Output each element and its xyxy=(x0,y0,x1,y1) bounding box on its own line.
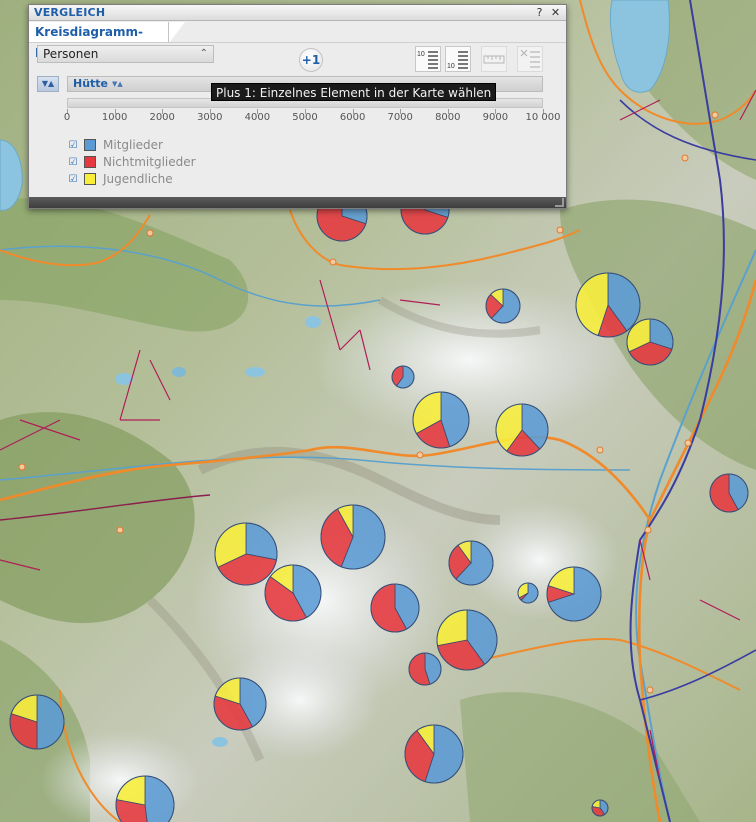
hut-pie-chart[interactable] xyxy=(546,566,602,622)
sort-top10-icon[interactable]: 10 xyxy=(415,46,441,72)
hut-pie-chart[interactable] xyxy=(391,365,415,389)
sort-toggle-button[interactable]: ▼▲ xyxy=(37,76,59,92)
hut-pie-chart[interactable] xyxy=(485,288,521,324)
hut-pie-chart[interactable] xyxy=(591,799,609,817)
legend-swatch-members xyxy=(84,139,96,151)
hut-sort-label: Hütte xyxy=(73,77,109,90)
category-dropdown-value: Personen xyxy=(43,47,99,61)
hut-pie-chart[interactable] xyxy=(320,504,386,570)
category-dropdown[interactable]: Personen ⌃ xyxy=(37,45,214,63)
sort-bottom10-icon[interactable]: 10 xyxy=(445,46,471,72)
scale-tick-label: 3000 xyxy=(197,112,223,123)
tooltip: Plus 1: Einzelnes Element in der Karte w… xyxy=(211,83,497,101)
scale-tick-label: 4000 xyxy=(244,112,271,123)
resize-grip-icon[interactable] xyxy=(555,198,564,207)
hut-pie-chart[interactable] xyxy=(408,652,442,686)
scale-tick-label: 2000 xyxy=(149,112,175,123)
scale-tick-label: 0 xyxy=(63,112,71,123)
legend-label-members: Mitglieder xyxy=(103,138,163,152)
hut-pie-chart[interactable] xyxy=(214,522,278,586)
hut-pie-chart[interactable] xyxy=(404,724,464,784)
checkbox-checked-icon[interactable]: ☑ xyxy=(67,157,79,168)
dialog-footer xyxy=(29,197,566,208)
dialog-title: VERGLEICH xyxy=(29,5,566,21)
lake xyxy=(245,367,265,377)
scale-tick-label: 10 000 xyxy=(525,112,561,123)
hut-pie-chart[interactable] xyxy=(448,540,494,586)
lake xyxy=(172,367,186,377)
help-button[interactable]: ? xyxy=(533,6,546,19)
tab-strip-divider xyxy=(29,42,566,43)
plus-one-button[interactable]: +1 xyxy=(299,48,323,72)
hut-pie-chart[interactable] xyxy=(575,272,641,338)
hut-pie-chart[interactable] xyxy=(517,582,539,604)
scale-tick-label: 7000 xyxy=(387,112,413,123)
close-button[interactable]: ✕ xyxy=(549,6,562,19)
scale-tick-label: 1000 xyxy=(101,112,128,123)
legend-swatch-non-members xyxy=(84,156,96,168)
hut-pie-chart[interactable] xyxy=(709,473,749,513)
svg-text:10: 10 xyxy=(447,63,455,70)
ruler-icon[interactable] xyxy=(481,46,507,72)
clear-list-icon[interactable] xyxy=(517,46,543,72)
scale-tick-label: 6000 xyxy=(339,112,366,123)
svg-text:10: 10 xyxy=(417,51,425,58)
hut-pie-chart[interactable] xyxy=(412,391,470,449)
hut-pie-chart[interactable] xyxy=(436,609,498,671)
tab-pie-chart-map[interactable]: Kreisdiagramm-Karte xyxy=(29,22,169,60)
hut-pie-chart[interactable] xyxy=(370,583,420,633)
sort-arrows-icon: ▼▲ xyxy=(112,80,123,88)
legend-label-youth: Jugendliche xyxy=(103,172,173,186)
tab-notch xyxy=(169,22,185,43)
scale-tick-label: 8000 xyxy=(435,112,461,123)
lake xyxy=(305,316,321,328)
hut-pie-chart[interactable] xyxy=(264,564,322,622)
hut-pie-chart[interactable] xyxy=(626,318,674,366)
scale-tick-label: 5000 xyxy=(292,112,318,123)
hut-pie-chart[interactable] xyxy=(213,677,267,731)
checkbox-checked-icon[interactable]: ☑ xyxy=(67,174,79,185)
legend-label-non-members: Nichtmitglieder xyxy=(103,155,196,169)
legend-swatch-youth xyxy=(84,173,96,185)
checkbox-checked-icon[interactable]: ☑ xyxy=(67,140,79,151)
comparison-dialog: VERGLEICH ? ✕ Kreisdiagramm-Karte Person… xyxy=(28,4,567,209)
lake xyxy=(212,737,228,747)
scale-tick-label: 9000 xyxy=(482,112,509,123)
chevron-up-icon: ⌃ xyxy=(199,48,208,59)
hut-pie-chart[interactable] xyxy=(9,694,65,750)
hut-pie-chart[interactable] xyxy=(495,403,549,457)
